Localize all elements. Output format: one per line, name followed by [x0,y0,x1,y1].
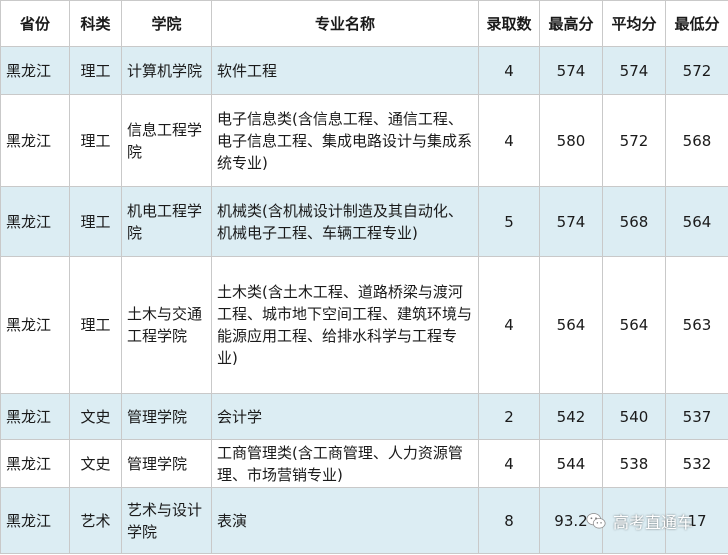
cell-major: 电子信息类(含信息工程、通信工程、电子信息工程、集成电路设计与集成系统专业) [211,94,479,187]
table-row: 黑龙江 理工 计算机学院 软件工程 4 574 574 572 [0,46,728,95]
cell-category: 艺术 [69,487,122,554]
cell-college: 机电工程学院 [121,186,212,257]
cell-count: 4 [478,439,540,488]
cell-max-score: 542 [539,393,603,440]
watermark-text: 高考直通车 [613,513,694,532]
cell-max-score: 574 [539,46,603,95]
table-row: 黑龙江 文史 管理学院 工商管理类(含工商管理、人力资源管理、市场营销专业) 4… [0,439,728,488]
header-max-score: 最高分 [539,0,603,47]
cell-count: 4 [478,46,540,95]
cell-major: 软件工程 [211,46,479,95]
cell-count: 5 [478,186,540,257]
cell-avg-score: 568 [602,186,666,257]
cell-province: 黑龙江 [0,46,70,95]
cell-avg-score: 538 [602,439,666,488]
cell-min-score: 572 [665,46,728,95]
header-avg-score: 平均分 [602,0,666,47]
admission-score-table: 省份 科类 学院 专业名称 录取数 最高分 平均分 最低分 黑龙江 理工 计算机… [0,0,728,554]
table-row: 黑龙江 文史 管理学院 会计学 2 542 540 537 [0,393,728,440]
header-min-score: 最低分 [665,0,728,47]
cell-min-score: 568 [665,94,728,187]
cell-province: 黑龙江 [0,487,70,554]
cell-province: 黑龙江 [0,439,70,488]
header-province: 省份 [0,0,70,47]
cell-max-score: 574 [539,186,603,257]
cell-category: 理工 [69,256,122,394]
wechat-icon [586,513,606,529]
cell-major: 会计学 [211,393,479,440]
watermark: 高考直通车 [585,509,693,533]
cell-category: 理工 [69,46,122,95]
header-major: 专业名称 [211,0,479,47]
cell-category: 理工 [69,186,122,257]
header-college: 学院 [121,0,212,47]
header-category: 科类 [69,0,122,47]
table-row: 黑龙江 理工 信息工程学院 电子信息类(含信息工程、通信工程、电子信息工程、集成… [0,94,728,187]
cell-major: 土木类(含土木工程、道路桥梁与渡河工程、城市地下空间工程、建筑环境与能源应用工程… [211,256,479,394]
cell-major: 表演 [211,487,479,554]
cell-province: 黑龙江 [0,393,70,440]
table-row: 黑龙江 理工 土木与交通工程学院 土木类(含土木工程、道路桥梁与渡河工程、城市地… [0,256,728,394]
cell-college: 艺术与设计学院 [121,487,212,554]
table-row: 黑龙江 理工 机电工程学院 机械类(含机械设计制造及其自动化、机械电子工程、车辆… [0,186,728,257]
cell-major: 机械类(含机械设计制造及其自动化、机械电子工程、车辆工程专业) [211,186,479,257]
cell-max-score: 580 [539,94,603,187]
cell-avg-score: 564 [602,256,666,394]
cell-max-score: 544 [539,439,603,488]
cell-college: 土木与交通工程学院 [121,256,212,394]
cell-max-score: 564 [539,256,603,394]
table-header-row: 省份 科类 学院 专业名称 录取数 最高分 平均分 最低分 [0,0,728,47]
cell-count: 8 [478,487,540,554]
cell-min-score: 564 [665,186,728,257]
cell-province: 黑龙江 [0,186,70,257]
cell-count: 2 [478,393,540,440]
cell-avg-score: 572 [602,94,666,187]
cell-category: 理工 [69,94,122,187]
cell-count: 4 [478,94,540,187]
cell-avg-score: 540 [602,393,666,440]
cell-avg-score: 574 [602,46,666,95]
cell-college: 计算机学院 [121,46,212,95]
cell-province: 黑龙江 [0,94,70,187]
cell-province: 黑龙江 [0,256,70,394]
cell-min-score: 537 [665,393,728,440]
cell-category: 文史 [69,393,122,440]
cell-min-score: 532 [665,439,728,488]
cell-major: 工商管理类(含工商管理、人力资源管理、市场营销专业) [211,439,479,488]
cell-category: 文史 [69,439,122,488]
cell-count: 4 [478,256,540,394]
cell-college: 信息工程学院 [121,94,212,187]
cell-college: 管理学院 [121,393,212,440]
header-count: 录取数 [478,0,540,47]
cell-college: 管理学院 [121,439,212,488]
cell-min-score: 563 [665,256,728,394]
